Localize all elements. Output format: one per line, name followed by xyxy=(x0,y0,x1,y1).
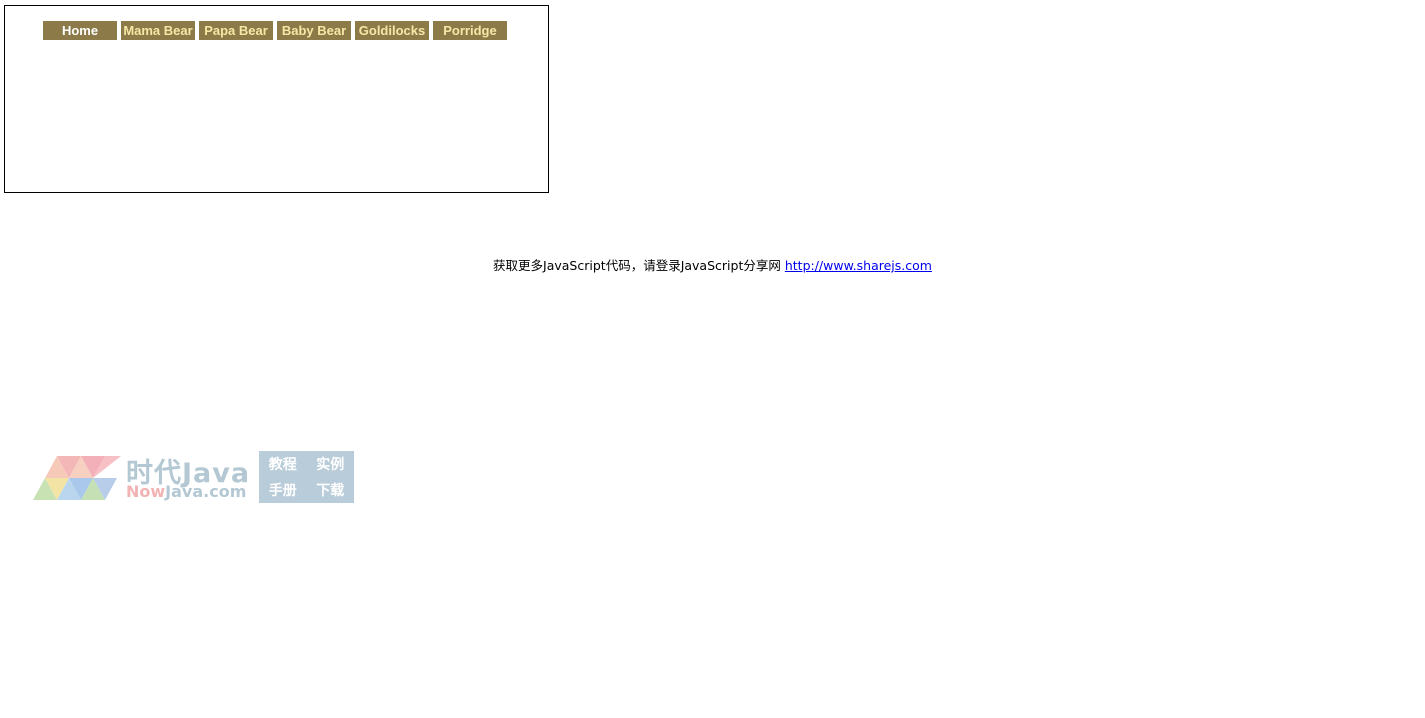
footer-link[interactable]: http://www.sharejs.com xyxy=(785,258,932,273)
footer-line: 获取更多JavaScript代码，请登录JavaScript分享网 http:/… xyxy=(0,255,1425,274)
watermark-title-en: NowJava.com xyxy=(126,482,246,501)
badge-download: 下载 xyxy=(316,483,345,499)
demo-container: Home Mama Bear Papa Bear Baby Bear Goldi… xyxy=(4,5,549,193)
nav-item-mama-bear[interactable]: Mama Bear xyxy=(121,21,195,40)
nav-item-porridge[interactable]: Porridge xyxy=(433,21,507,40)
watermark-title-en-now: Now xyxy=(126,482,166,501)
nav-item-baby-bear[interactable]: Baby Bear xyxy=(277,21,351,40)
nowjava-watermark: 时代Java NowJava.com 教程 实例 手册 下载 xyxy=(31,451,361,504)
badge-tutorial: 教程 xyxy=(268,457,297,473)
nav-item-goldilocks[interactable]: Goldilocks xyxy=(355,21,429,40)
badge-examples: 实例 xyxy=(316,457,345,473)
badge-manual: 手册 xyxy=(268,483,297,499)
watermark-title-en-rest: Java.com xyxy=(165,482,247,501)
nav-item-papa-bear[interactable]: Papa Bear xyxy=(199,21,273,40)
watermark-badge: 教程 实例 手册 下载 xyxy=(259,451,354,503)
triangle-mosaic-logo-icon xyxy=(33,456,121,500)
nav-item-home[interactable]: Home xyxy=(43,21,117,40)
footer-text: 获取更多JavaScript代码，请登录JavaScript分享网 xyxy=(493,258,781,273)
nav-menu: Home Mama Bear Papa Bear Baby Bear Goldi… xyxy=(43,21,507,40)
